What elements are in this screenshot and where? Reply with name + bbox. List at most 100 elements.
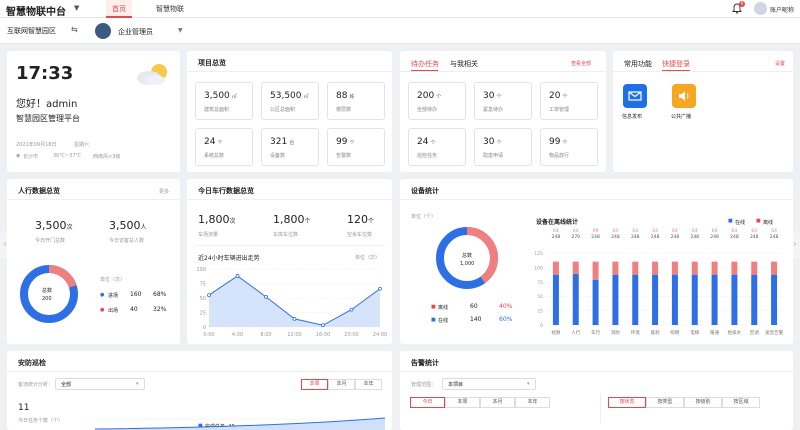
passenger-filter-select[interactable]: 全部 ▾	[55, 378, 145, 390]
tab-related[interactable]: 与我相关	[450, 59, 478, 69]
unit: 个	[562, 140, 568, 146]
category-label: 紧急告警	[765, 329, 783, 336]
task-workorder[interactable]: 20 个工单管理	[540, 82, 598, 120]
legend-online-pct: 60%	[499, 316, 513, 323]
group-type[interactable]: 按类型	[646, 397, 684, 408]
avatar[interactable]	[754, 2, 767, 15]
y-tick-label: 75	[200, 282, 206, 288]
stat-label: 系统总数	[204, 153, 225, 159]
online-value-label: 248	[750, 234, 759, 240]
x-tick-label: 0:00	[203, 332, 214, 338]
bar-legend-offline: 离线	[763, 220, 774, 226]
divider	[7, 371, 392, 372]
period-today[interactable]: 今日	[410, 397, 445, 408]
overview-title: 项目总览	[198, 59, 226, 67]
quick-broadcast-label[interactable]: 公共广播	[671, 113, 691, 120]
group-level[interactable]: 按级别	[684, 397, 722, 408]
bar-online	[711, 274, 718, 325]
unit: 栋	[349, 94, 355, 100]
btn-year[interactable]: 本年	[355, 379, 382, 390]
value: 20	[549, 91, 561, 101]
task-all[interactable]: 200 个全部待办	[408, 82, 466, 120]
zone-name[interactable]: 互联网智慧园区	[7, 26, 56, 36]
task-release[interactable]: 99 个物品放行	[540, 128, 598, 166]
period-month[interactable]: 本月	[480, 397, 515, 408]
location-pin-icon: ◉	[16, 153, 21, 159]
offline-value-label: 64	[751, 228, 757, 234]
divider	[187, 71, 392, 72]
task-label: 隐患申请	[483, 153, 504, 159]
tab-iot[interactable]: 智慧物联	[156, 0, 184, 18]
bar-offline	[612, 261, 619, 275]
offline-value-label: 64	[692, 228, 698, 234]
stat-alarms[interactable]: 99 个告警数	[327, 128, 385, 166]
stat-public-area[interactable]: 53,500 ㎡公区总面积	[261, 82, 319, 120]
stat-systems[interactable]: 24 个系统总数	[195, 128, 253, 166]
tab-quick-login[interactable]: 快捷登录	[662, 59, 690, 69]
task-label: 物品放行	[549, 153, 570, 159]
swap-icon[interactable]: ⇆	[71, 25, 78, 34]
stat-value: 321 台	[270, 137, 294, 147]
period-week[interactable]: 本周	[445, 397, 480, 408]
task-urgent[interactable]: 30 个紧急待办	[474, 82, 532, 120]
value: 1,800	[273, 213, 305, 226]
unit: ㎡	[231, 94, 237, 100]
view-all-link[interactable]: 查看全部	[571, 60, 591, 67]
chevron-down-icon: ▾	[527, 381, 530, 387]
unit: 个	[436, 94, 442, 100]
task-value: 30 个	[483, 91, 501, 101]
quick-info-label[interactable]: 信息发布	[622, 113, 642, 120]
scope-label: 管理范围：	[411, 382, 437, 388]
divider	[600, 393, 601, 423]
unit: 次	[229, 218, 236, 225]
value: 3,500	[35, 219, 67, 232]
data-point	[235, 274, 240, 278]
offline-value-label: 64	[632, 228, 638, 234]
offline-value-label: 64	[573, 228, 579, 234]
vehicle-title: 今日车行数据总览	[198, 187, 254, 195]
offline-value-label: 64	[771, 228, 777, 234]
settings-link[interactable]: 设置	[775, 60, 785, 67]
stat-devices[interactable]: 321 台设备数	[261, 128, 319, 166]
online-value-label: 248	[770, 234, 779, 240]
scope-select[interactable]: 本项目 ▾	[442, 378, 536, 390]
bar-offline	[731, 261, 738, 275]
data-point	[349, 307, 354, 312]
stat-value: 88 栋	[336, 91, 354, 101]
period-year[interactable]: 本年	[515, 397, 550, 408]
chevron-down-icon[interactable]: ▼	[178, 27, 183, 34]
app-switch-caret-icon[interactable]: ▼	[74, 4, 79, 12]
divider	[400, 371, 793, 372]
value: 120	[347, 213, 368, 226]
more-link[interactable]: 更多	[159, 188, 169, 195]
task-hazard[interactable]: 30 个隐患申请	[474, 128, 532, 166]
chevron-down-icon: ▾	[136, 381, 139, 387]
value: 99	[549, 137, 561, 147]
role-select[interactable]: 企业管理员	[118, 27, 153, 37]
unit: 人	[140, 224, 147, 231]
stat-building-area[interactable]: 3,500 ㎡建筑总面积	[195, 82, 253, 120]
x-tick-label: 24:00	[373, 332, 387, 338]
stat-floors[interactable]: 88 栋楼层数	[327, 82, 385, 120]
btn-month[interactable]: 本月	[328, 379, 355, 390]
mail-icon[interactable]	[623, 84, 647, 108]
bar-online	[612, 274, 619, 325]
group-area[interactable]: 按区域	[722, 397, 760, 408]
value: 3,500	[109, 219, 141, 232]
tasks-card: 待办任务 与我相关 查看全部 200 个全部待办 30 个紧急待办 20 个工单管理 …	[400, 51, 606, 172]
weather-cloud-sun-icon	[137, 64, 167, 85]
trend-unit: 单位（次）	[355, 255, 381, 261]
tab-home[interactable]: 首页	[106, 0, 132, 18]
online-value-label: 248	[690, 234, 699, 240]
task-patrol[interactable]: 24 个巡检任务	[408, 128, 466, 166]
wind: 西南风<3级	[93, 154, 121, 160]
legend-offline-value: 60	[470, 303, 478, 310]
tab-common[interactable]: 常用功能	[624, 59, 652, 69]
speaker-icon[interactable]	[672, 84, 696, 108]
tab-todo[interactable]: 待办任务	[411, 59, 439, 69]
group-status[interactable]: 按状态	[608, 397, 646, 408]
btn-week[interactable]: 本周	[301, 379, 328, 390]
user-name[interactable]: 账户昵称	[770, 5, 794, 14]
parking-spaces-stat: 1,800个	[273, 213, 311, 226]
online-value-label: 248	[631, 234, 640, 240]
